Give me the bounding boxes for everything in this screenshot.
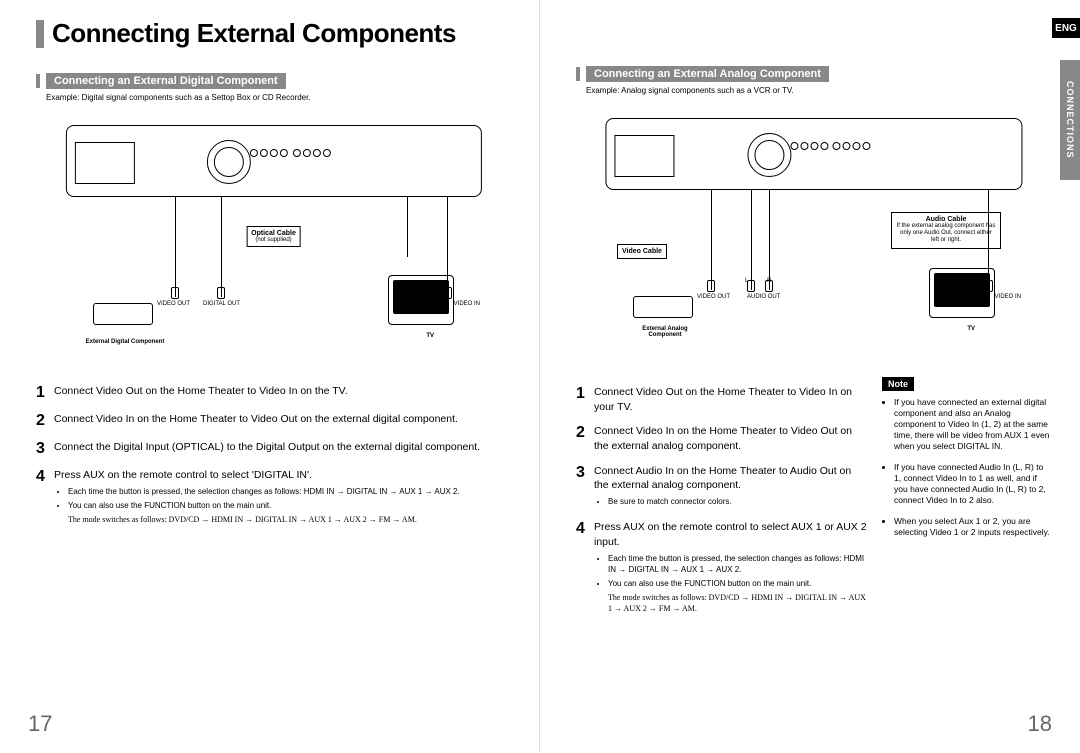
rstep3-bullet: Be sure to match connector colors.: [608, 496, 868, 507]
step-num-4: 4: [36, 468, 54, 525]
audio-cable-sub: If the external analog component has onl…: [896, 223, 996, 245]
diagram-digital: Optical Cable (not supplied) External Di…: [36, 110, 511, 370]
section-accent: [36, 74, 40, 88]
rstep-text-1: Connect Video Out on the Home Theater to…: [594, 385, 868, 414]
rstep4-bullet-2: You can also use the FUNCTION button on …: [608, 578, 868, 589]
av-ports-r: [789, 141, 988, 175]
step-text-1: Connect Video Out on the Home Theater to…: [54, 384, 511, 402]
step-1: 1 Connect Video Out on the Home Theater …: [36, 384, 511, 402]
ext-digital-label: External Digital Component: [85, 339, 165, 345]
step4-mode-note: The mode switches as follows: DVD/CD → H…: [68, 514, 511, 525]
audio-cable-label: Audio Cable: [926, 216, 967, 223]
rstep4-bullet-1: Each time the button is pressed, the sel…: [608, 553, 868, 575]
rstep-num-3: 3: [576, 464, 594, 511]
notes-column: Note If you have connected an external d…: [882, 377, 1052, 625]
av-ports: [249, 148, 448, 182]
tv-icon: [388, 275, 454, 325]
section-row-right: Connecting an External Analog Component: [576, 66, 1052, 82]
rstep-text-4: Press AUX on the remote control to selec…: [594, 520, 868, 549]
optical-cable-sub: (not supplied): [251, 237, 296, 243]
language-tab: ENG: [1052, 18, 1080, 38]
step-text-3: Connect the Digital Input (OPTICAL) to t…: [54, 440, 511, 458]
step-text-2: Connect Video In on the Home Theater to …: [54, 412, 511, 430]
port-video-out-r: VIDEO OUT: [697, 294, 730, 300]
step-num-2: 2: [36, 412, 54, 430]
step4-bullet-1: Each time the button is pressed, the sel…: [68, 486, 511, 497]
rstep-num-2: 2: [576, 424, 594, 453]
step-3: 3 Connect the Digital Input (OPTICAL) to…: [36, 440, 511, 458]
steps-digital: 1 Connect Video Out on the Home Theater …: [36, 384, 511, 525]
cooling-fan-icon-r: [748, 133, 792, 177]
rstep-4: 4 Press AUX on the remote control to sel…: [576, 520, 868, 614]
example-analog: Example: Analog signal components such a…: [586, 86, 1052, 95]
rstep-2: 2 Connect Video In on the Home Theater t…: [576, 424, 868, 453]
port-video-in: VIDEO IN: [454, 301, 480, 307]
speaker-terminal-block-r: [614, 135, 674, 177]
section-tab-connections: CONNECTIONS: [1060, 60, 1080, 180]
tv-label: TV: [426, 333, 434, 339]
tv-label-r: TV: [967, 326, 975, 332]
title-bar: Connecting External Components: [36, 18, 511, 49]
port-audio-out: AUDIO OUT: [747, 294, 780, 300]
port-video-out: VIDEO OUT: [157, 301, 190, 307]
tv-icon-r: [929, 268, 995, 318]
note-3: When you select Aux 1 or 2, you are sele…: [894, 516, 1052, 538]
optical-cable-label: Optical Cable: [251, 230, 296, 237]
step-text-4: Press AUX on the remote control to selec…: [54, 468, 511, 483]
section-row-left: Connecting an External Digital Component: [36, 73, 511, 89]
example-digital: Example: Digital signal components such …: [46, 93, 511, 102]
rstep-1: 1 Connect Video Out on the Home Theater …: [576, 385, 868, 414]
section-heading-analog: Connecting an External Analog Component: [586, 66, 829, 82]
video-cable-callout: Video Cable: [617, 244, 667, 259]
section-accent-r: [576, 67, 580, 81]
page-title: Connecting External Components: [52, 18, 456, 49]
page-number-left: 17: [28, 711, 52, 737]
note-2: If you have connected Audio In (L, R) to…: [894, 462, 1052, 506]
port-digital-out: DIGITAL OUT: [203, 301, 240, 307]
audio-cable-callout: Audio Cable If the external analog compo…: [891, 212, 1001, 249]
section-heading-digital: Connecting an External Digital Component: [46, 73, 286, 89]
step-num-1: 1: [36, 384, 54, 402]
step-2: 2 Connect Video In on the Home Theater t…: [36, 412, 511, 430]
page-number-right: 18: [1028, 711, 1052, 737]
diagram-analog: Video Cable Audio Cable If the external …: [576, 103, 1052, 363]
rstep4-mode-note: The mode switches as follows: DVD/CD → H…: [608, 592, 868, 614]
home-theater-rear-panel-r: [605, 118, 1022, 190]
external-digital-component-icon: [93, 303, 153, 325]
steps-analog: 1 Connect Video Out on the Home Theater …: [576, 385, 868, 625]
note-1: If you have connected an external digita…: [894, 397, 1052, 452]
page-right: ENG CONNECTIONS Connecting an External A…: [540, 0, 1080, 753]
rstep-3: 3 Connect Audio In on the Home Theater t…: [576, 464, 868, 511]
step4-bullet-2: You can also use the FUNCTION button on …: [68, 500, 511, 511]
video-cable-label: Video Cable: [622, 248, 662, 255]
cooling-fan-icon: [207, 140, 251, 184]
step-4: 4 Press AUX on the remote control to sel…: [36, 468, 511, 525]
rstep-num-1: 1: [576, 385, 594, 414]
step-num-3: 3: [36, 440, 54, 458]
title-accent: [36, 20, 44, 48]
rstep-text-2: Connect Video In on the Home Theater to …: [594, 424, 868, 453]
ext-analog-label: External Analog Component: [625, 326, 705, 338]
note-badge: Note: [882, 377, 914, 391]
speaker-terminal-block: [74, 142, 134, 184]
optical-cable-callout: Optical Cable (not supplied): [246, 226, 301, 247]
rstep-num-4: 4: [576, 520, 594, 614]
page-left: Connecting External Components Connectin…: [0, 0, 540, 753]
port-video-in-r: VIDEO IN: [995, 294, 1021, 300]
rstep-text-3: Connect Audio In on the Home Theater to …: [594, 464, 868, 493]
external-analog-component-icon: [633, 296, 693, 318]
home-theater-rear-panel: [65, 125, 481, 197]
page-spread: Connecting External Components Connectin…: [0, 0, 1080, 753]
right-content-columns: 1 Connect Video Out on the Home Theater …: [576, 377, 1052, 625]
